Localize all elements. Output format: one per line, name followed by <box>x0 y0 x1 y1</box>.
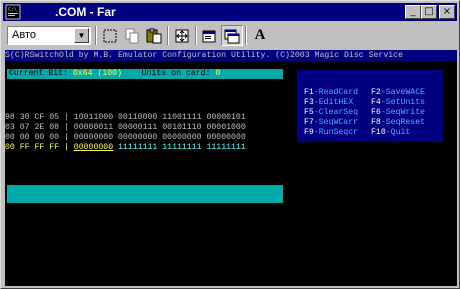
hex-cell: 00 00 00 00 <box>5 133 60 142</box>
table-row: 00 00 00 00 | 00000000 00000000 00000000… <box>5 133 246 142</box>
svg-text:C:\: C:\ <box>8 7 17 13</box>
bin-cell: 10011000 00110000 11001111 00000101 <box>73 113 246 122</box>
toolbar-separator <box>167 26 169 45</box>
program-header-line: S(C)RSwitchOld by M.B. Emulator Configur… <box>5 50 457 61</box>
bin-cell: 11111111 11111111 11111111 <box>113 143 246 152</box>
units-label: Units on card: <box>141 69 216 78</box>
hex-cell: 00 FF FF FF <box>5 143 60 152</box>
mark-button[interactable] <box>99 25 121 46</box>
combo-dropdown-button[interactable]: ▼ <box>74 28 89 43</box>
bin-cell: 00000000 00000000 00000000 00000000 <box>73 133 246 142</box>
hex-cell: 98 30 CF 05 <box>5 113 60 122</box>
maximize-button[interactable]: □ <box>421 5 437 19</box>
key-f7[interactable]: F7-SeqWCarr <box>304 118 358 128</box>
properties-button[interactable] <box>199 25 221 46</box>
background-button[interactable] <box>221 25 243 46</box>
window-title: .COM - Far <box>55 5 116 19</box>
minimize-button[interactable]: _ <box>405 5 421 19</box>
minimize-icon: _ <box>410 6 416 17</box>
font-button[interactable]: A <box>249 25 271 46</box>
hex-cell: 03 07 2E 08 <box>5 123 60 132</box>
key-f1[interactable]: F1-ReadCard <box>304 88 358 98</box>
table-row: 98 30 CF 05 | 10011000 00110000 11001111… <box>5 113 246 122</box>
current-bit-value: 0x64 (100) <box>72 69 123 78</box>
key-f5[interactable]: F5-ClearSeq <box>304 108 358 118</box>
input-bar <box>7 185 283 203</box>
key-f4[interactable]: F4-SetUnits <box>371 98 425 108</box>
key-f10[interactable]: F10-Quit <box>371 128 410 138</box>
paste-icon <box>146 28 162 43</box>
font-size-value: Авто <box>12 29 36 41</box>
chevron-down-icon: ▼ <box>77 31 86 40</box>
fullscreen-button[interactable] <box>171 25 193 46</box>
copy-button[interactable] <box>121 25 143 46</box>
console-screen[interactable]: S(C)RSwitchOld by M.B. Emulator Configur… <box>5 50 457 286</box>
bin-cell-cursor[interactable]: 00000000 <box>74 143 113 152</box>
current-bit-label: Current Bit: <box>9 69 73 78</box>
key-f3[interactable]: F3-EditHEX <box>304 98 353 108</box>
status-line: Current Bit: 0x64 (100) Units on card: 0 <box>7 69 283 79</box>
font-size-combo[interactable]: Авто ▼ <box>7 26 91 45</box>
card-data-grid: 98 30 CF 05 | 10011000 00110000 11001111… <box>5 113 281 153</box>
maximize-icon: □ <box>424 6 434 17</box>
key-f8[interactable]: F8-SeqReset <box>371 118 425 128</box>
key-f2[interactable]: F2-SaveWACE <box>371 88 425 98</box>
bin-cell: 00000011 00000111 00101110 00001000 <box>73 123 246 132</box>
fullscreen-icon <box>175 29 189 42</box>
toolbar-separator <box>245 26 247 45</box>
font-icon: A <box>254 27 266 43</box>
mark-icon <box>103 29 117 42</box>
toolbar: Авто ▼ A <box>3 23 457 48</box>
far-console-window: C:\ .COM - Far _ □ × Авто ▼ A S(C)RSwitc… <box>0 0 460 289</box>
toolbar-separator <box>195 26 197 45</box>
table-row: 03 07 2E 08 | 00000011 00000111 00101110… <box>5 123 246 132</box>
background-icon <box>224 29 240 43</box>
close-button[interactable]: × <box>439 5 455 19</box>
function-keys-panel: F1-ReadCard F2-SaveWACE F3-EditHEX F4-Se… <box>297 70 443 142</box>
toolbar-separator <box>95 26 97 45</box>
units-value: 0 <box>215 69 221 78</box>
close-icon: × <box>442 6 452 17</box>
table-row-selected[interactable]: 00 FF FF FF | 00000000 11111111 11111111… <box>5 143 281 153</box>
copy-icon <box>125 28 139 43</box>
properties-icon <box>202 30 216 42</box>
key-f6[interactable]: F6-SeqWrite <box>371 108 425 118</box>
system-menu-icon[interactable]: C:\ <box>5 4 21 20</box>
key-f9[interactable]: F9-RunSeqcr <box>304 128 358 138</box>
paste-button[interactable] <box>143 25 165 46</box>
title-bar[interactable]: C:\ .COM - Far _ □ × <box>3 3 457 21</box>
